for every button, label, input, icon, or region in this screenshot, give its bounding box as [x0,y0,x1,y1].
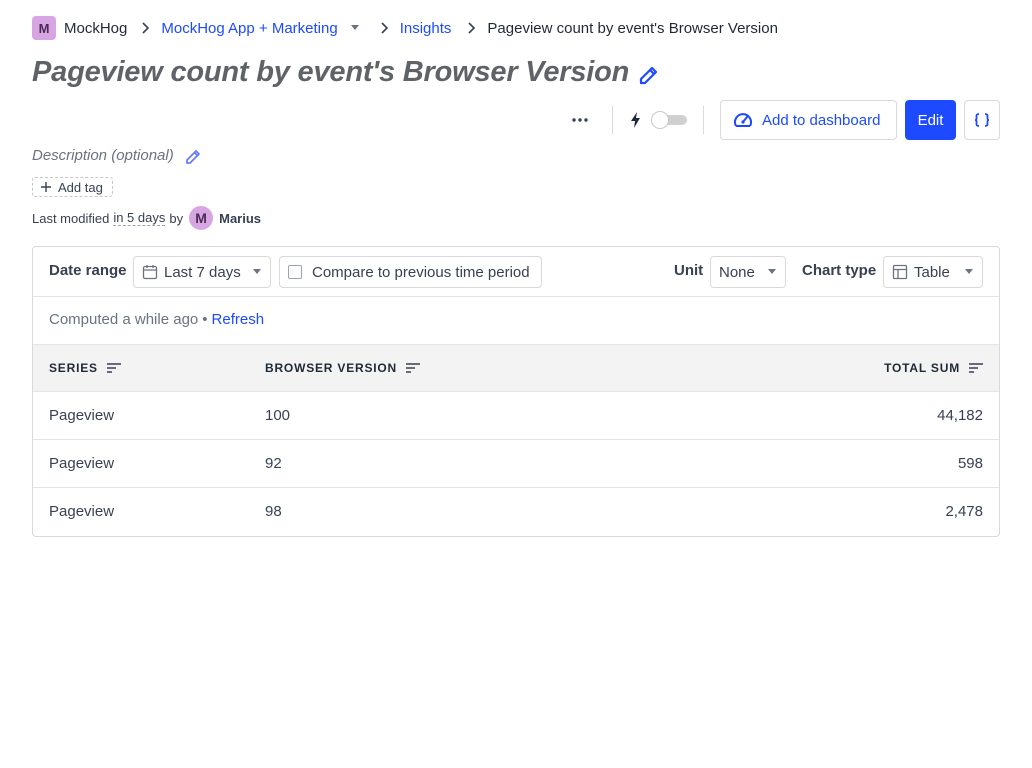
computed-text: Computed a while ago [49,311,199,328]
breadcrumb: M MockHog MockHog App + Marketing Insigh… [32,16,778,40]
cell-total-sum: 598 [957,455,983,472]
chevron-right-icon [467,22,476,34]
breadcrumb-current: Pageview count by event's Browser Versio… [487,19,778,37]
table-row: Pageview 100 44,182 [33,392,999,440]
add-to-dashboard-label: Add to dashboard [762,111,881,129]
org-avatar[interactable]: M [32,16,56,40]
dashboard-gauge-icon [734,113,752,127]
chart-type-value: Table [914,263,950,281]
divider [703,106,704,134]
computed-status: Computed a while ago • Refresh [49,311,264,328]
chevron-right-icon [141,22,150,34]
cell-browser-version: 92 [265,455,282,472]
table-row: Pageview 92 598 [33,440,999,488]
modified-prefix: Last modified [32,210,110,226]
caret-down-icon[interactable] [350,25,360,31]
calendar-icon [142,265,158,280]
column-header-label: TOTAL SUM [884,361,960,375]
caret-down-icon [253,269,261,274]
more-horizontal-icon [572,118,588,122]
table-row: Pageview 98 2,478 [33,488,999,536]
breadcrumb-project[interactable]: MockHog App + Marketing [161,20,337,37]
column-header-browser-version[interactable]: BROWSER VERSION [265,361,421,375]
chart-type-select[interactable]: Table [883,256,983,288]
cell-browser-version: 100 [265,407,291,424]
filter-bar: Date range Last 7 days Compare to previo… [33,247,999,297]
code-braces-icon [974,113,990,127]
unit-label: Unit [674,262,704,279]
refresh-link[interactable]: Refresh [212,311,265,328]
table-icon [892,264,908,280]
avatar: M [189,206,214,230]
unit-value: None [719,263,755,281]
column-header-label: SERIES [49,361,98,375]
cell-total-sum: 2,478 [945,503,983,520]
view-source-button[interactable] [964,100,1000,140]
author-name: Marius [219,210,262,226]
breadcrumb-org[interactable]: MockHog [64,20,127,37]
sort-icon [969,363,983,373]
chevron-right-icon [380,22,388,34]
column-header-series[interactable]: SERIES [49,361,121,375]
cell-browser-version: 98 [265,503,282,520]
unit-select[interactable]: None [710,256,786,288]
live-toggle[interactable] [651,110,687,130]
add-to-dashboard-button[interactable]: Add to dashboard [720,100,897,140]
chart-type-label: Chart type [802,262,877,279]
pencil-icon[interactable] [638,64,660,86]
plus-icon [41,182,51,192]
modified-time: in 5 days [113,210,166,226]
sort-icon [406,363,421,373]
page-title[interactable]: Pageview count by event's Browser Versio… [32,56,629,89]
toggle-knob [651,111,669,129]
edit-button[interactable]: Edit [905,100,956,140]
cell-series: Pageview [49,455,115,472]
more-options-button[interactable] [566,106,594,134]
cell-series: Pageview [49,503,115,520]
date-range-label: Date range [49,262,127,279]
add-tag-label: Add tag [58,179,103,195]
date-range-value: Last 7 days [164,263,241,281]
modified-by: by [169,210,184,226]
divider [612,106,613,134]
lightning-icon [628,111,644,129]
description-field[interactable]: Description (optional) [32,147,174,164]
checkbox[interactable] [288,265,302,279]
sort-icon [106,363,121,373]
column-header-total-sum[interactable]: TOTAL SUM [884,361,983,375]
caret-down-icon [965,269,973,274]
caret-down-icon [768,269,776,274]
column-header-label: BROWSER VERSION [265,361,398,375]
separator: • [202,311,208,328]
table-header: SERIES BROWSER VERSION TOTAL SUM [33,344,999,392]
compare-checkbox[interactable]: Compare to previous time period [279,256,542,288]
compare-label: Compare to previous time period [312,263,530,281]
breadcrumb-insights[interactable]: Insights [400,20,452,37]
cell-series: Pageview [49,407,115,424]
add-tag-button[interactable]: Add tag [32,177,113,197]
insight-card: Date range Last 7 days Compare to previo… [32,246,1000,537]
date-range-select[interactable]: Last 7 days [133,256,271,288]
pencil-icon[interactable] [185,147,203,165]
last-modified: Last modified in 5 days by M Marius [32,206,261,230]
cell-total-sum: 44,182 [937,407,983,424]
